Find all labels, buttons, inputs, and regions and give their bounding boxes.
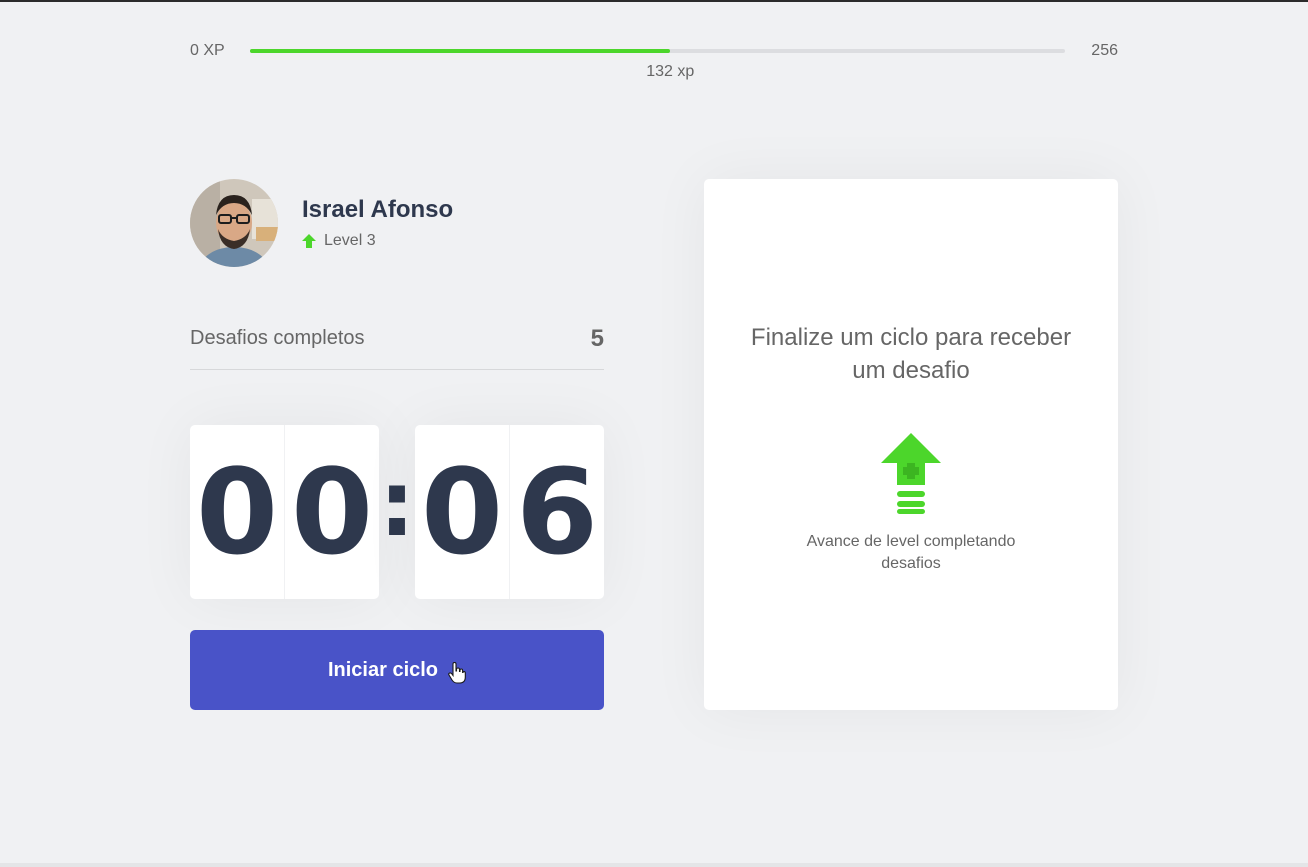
profile-info: Israel Afonso Level 3: [302, 196, 453, 250]
challenge-box: Finalize um ciclo para receber um desafi…: [704, 179, 1118, 710]
window-bottom-edge: [0, 863, 1308, 867]
experience-bar: 0 XP 132 xp 256: [190, 40, 1118, 80]
minute-digit-right: 0: [284, 425, 379, 599]
xp-fill: [250, 49, 671, 53]
start-cycle-label: Iniciar ciclo: [327, 658, 439, 681]
countdown-timer: 0 0 : 0 6: [190, 425, 604, 599]
completed-challenges: Desafios completos 5: [190, 320, 604, 370]
xp-track: [250, 49, 1065, 53]
window-top-border: [0, 0, 1308, 2]
xp-min-label: 0 XP: [190, 42, 225, 59]
start-cycle-button[interactable]: Iniciar ciclo: [190, 630, 604, 710]
xp-current-label: 132 xp: [646, 63, 695, 80]
challenge-box-title: Finalize um ciclo para receber um desafi…: [750, 324, 1072, 384]
challenge-box-description: Avance de level completando desafios: [806, 533, 1016, 572]
minutes-group: 0 0: [190, 425, 379, 599]
second-digit-right: 6: [509, 425, 604, 599]
profile-name: Israel Afonso: [302, 196, 454, 223]
profile-level: Level 3: [302, 232, 453, 250]
hand-pointer-icon: [448, 661, 466, 684]
time-separator: :: [379, 452, 415, 557]
level-label: Level 3: [324, 232, 376, 249]
completed-challenges-label: Desafios completos: [190, 327, 365, 349]
second-digit-left: 0: [420, 443, 504, 581]
level-up-icon: [879, 433, 943, 515]
profile: Israel Afonso Level 3: [190, 179, 453, 267]
completed-challenges-count: 5: [590, 325, 604, 352]
avatar: [190, 179, 278, 267]
minute-digit-left: 0: [195, 443, 279, 581]
level-up-arrow-icon: [302, 234, 316, 248]
xp-max-label: 256: [1091, 42, 1118, 59]
seconds-group: 0 6: [415, 425, 604, 599]
